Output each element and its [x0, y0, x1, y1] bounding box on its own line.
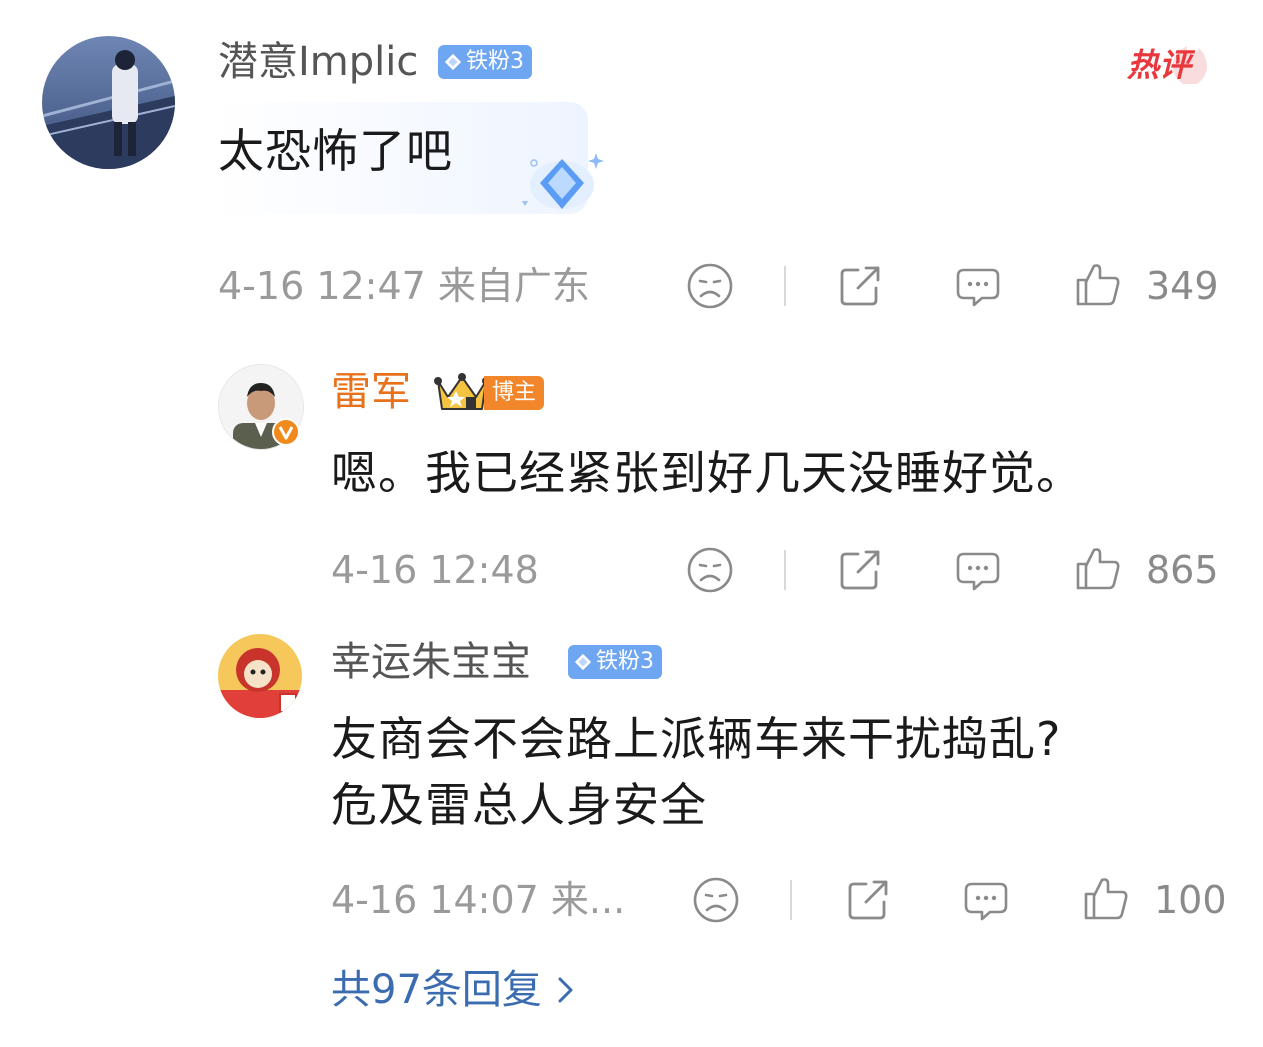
dislike-face-icon[interactable] [692, 876, 740, 924]
reply-username[interactable]: 雷军 [331, 368, 411, 416]
like-count: 865 [1146, 548, 1219, 592]
verified-v-icon [272, 418, 300, 446]
username[interactable]: 潜意Implic [218, 38, 418, 86]
reply-avatar[interactable] [218, 634, 302, 718]
diamond-icon [444, 53, 462, 71]
diamond-icon [574, 653, 592, 671]
share-icon[interactable] [844, 876, 892, 924]
crown-level-icon [434, 373, 490, 410]
reply-meta: 4-16 12:48 [331, 548, 539, 592]
share-icon[interactable] [836, 262, 884, 310]
like-thumb-icon[interactable] [1074, 544, 1122, 592]
more-replies-label: 共97条回复 [331, 967, 542, 1013]
like-thumb-icon[interactable] [1074, 260, 1122, 308]
avatar[interactable] [42, 36, 175, 169]
fan-badge[interactable]: 铁粉3 [568, 645, 662, 679]
chevron-right-icon [558, 977, 573, 1003]
action-divider [790, 880, 792, 920]
reply-text-line-1[interactable]: 友商会不会路上派辆车来干扰捣乱? [331, 708, 1061, 770]
comment-meta: 4-16 12:47 来自广东 [218, 264, 590, 308]
dislike-face-icon[interactable] [686, 262, 734, 310]
blogger-badge[interactable]: 博主 [484, 376, 545, 410]
hot-comment-label: 热评 [1127, 46, 1192, 84]
comment-icon[interactable] [954, 546, 1002, 594]
hot-comment-badge: 热评 [1125, 30, 1217, 86]
reply-text[interactable]: 嗯。我已经紧张到好几天没睡好觉。 [331, 442, 1083, 504]
share-icon[interactable] [836, 546, 884, 594]
avatar-image [42, 36, 175, 169]
avatar-image [218, 634, 302, 718]
action-divider [784, 550, 786, 590]
more-replies-link[interactable]: 共97条回复 [331, 966, 576, 1014]
fan-badge-label: 铁粉3 [466, 49, 524, 74]
dislike-face-icon[interactable] [686, 546, 734, 594]
fan-badge-label: 铁粉3 [596, 649, 654, 674]
bubble-diamond-decoration-icon [522, 153, 604, 209]
like-count: 100 [1154, 878, 1227, 922]
action-divider [784, 266, 786, 306]
reply-username[interactable]: 幸运朱宝宝 [331, 638, 531, 686]
comment-text[interactable]: 太恐怖了吧 [218, 120, 453, 182]
reply-text-line-2[interactable]: 危及雷总人身安全 [331, 774, 707, 836]
comment-icon[interactable] [954, 262, 1002, 310]
like-count: 349 [1146, 264, 1219, 308]
comment-icon[interactable] [962, 876, 1010, 924]
reply-meta: 4-16 14:07 来... [331, 878, 626, 922]
like-thumb-icon[interactable] [1082, 874, 1130, 922]
fan-badge[interactable]: 铁粉3 [438, 45, 532, 79]
